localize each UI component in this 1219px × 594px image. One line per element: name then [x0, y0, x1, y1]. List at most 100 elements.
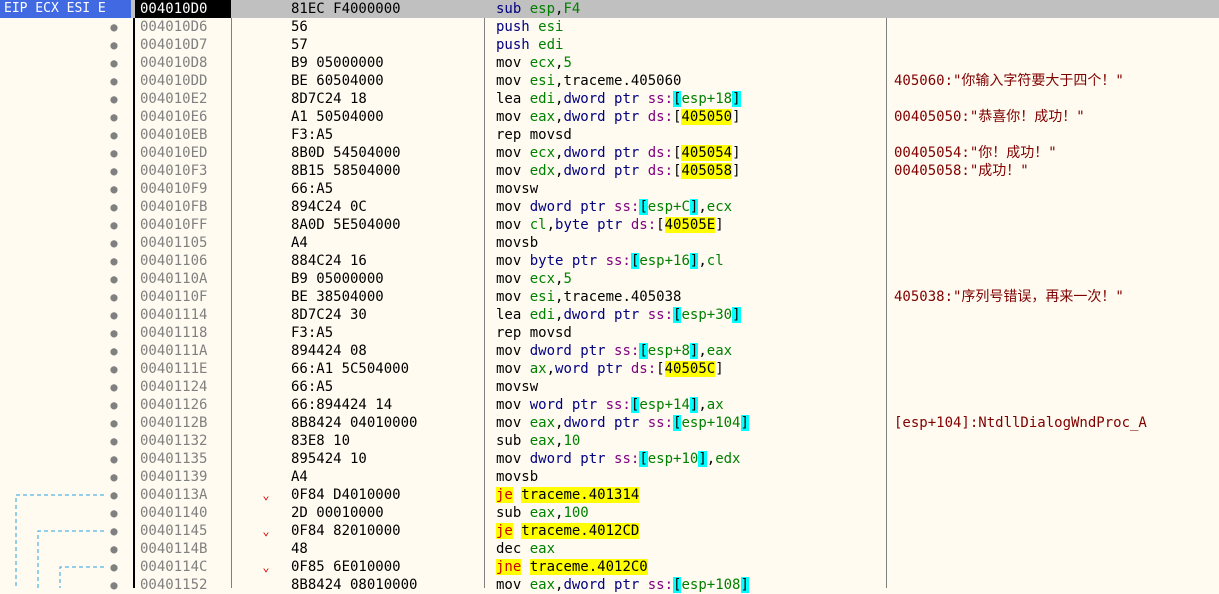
instruction-row[interactable]: ● 00401124 66:A5 movsw [0, 378, 1219, 396]
instruction-row[interactable]: ● 00401118 F3:A5 rep movsd [0, 324, 1219, 342]
instruction-row[interactable]: ● 004010F3 8B15 58504000 mov edx,dword ptr … [0, 162, 1219, 180]
instruction-address: 004010D0 [135, 0, 231, 18]
instruction-row[interactable]: ● 004010E6 A1 50504000 mov eax,dword ptr ds… [0, 108, 1219, 126]
instruction-token: ds: [647, 145, 674, 161]
instruction-row[interactable]: ● 0040111A 894424 08 mov dword ptr ss:[esp+… [0, 342, 1219, 360]
instruction-token: 405050 [681, 109, 733, 125]
instruction-token: ds: [647, 109, 674, 125]
breakpoint-dot-icon[interactable]: ● [108, 216, 120, 234]
breakpoint-dot-icon[interactable]: ● [108, 540, 120, 558]
instruction-row[interactable]: ● ⌄ 0040114C 0F85 6E010000 jne traceme.4012C… [0, 558, 1219, 576]
instruction-token: esp+16 [639, 253, 690, 269]
breakpoint-dot-icon[interactable]: ● [108, 54, 120, 72]
instruction-row[interactable]: ● 004010D6 56 push esi [0, 18, 1219, 36]
breakpoint-dot-icon[interactable]: ● [108, 324, 120, 342]
instruction-row[interactable]: ● ⌄ 00401145 0F84 82010000 je traceme.4012CD [0, 522, 1219, 540]
instruction-row[interactable]: ● 00401135 895424 10 mov dword ptr ss:[esp+… [0, 450, 1219, 468]
instruction-row[interactable]: ● 00401106 884C24 16 mov byte ptr ss:[esp+1… [0, 252, 1219, 270]
breakpoint-dot-icon[interactable]: ● [108, 18, 120, 36]
instruction-row[interactable]: ● 004010DD BE 60504000 mov esi,traceme.4050… [0, 72, 1219, 90]
instruction-row[interactable]: ● 0040114B 48 dec eax [0, 540, 1219, 558]
breakpoint-dot-icon[interactable]: ● [108, 108, 120, 126]
instruction-token: [ [639, 343, 648, 359]
breakpoint-dot-icon[interactable]: ● [108, 360, 120, 378]
instruction-row[interactable]: ● 0040111E 66:A1 5C504000 mov ax,word ptr d… [0, 360, 1219, 378]
breakpoint-dot-icon[interactable]: ● [108, 306, 120, 324]
instruction-token: ss: [647, 91, 674, 107]
instruction-address: 004010DD [140, 73, 208, 89]
instruction-token: [ [639, 451, 648, 467]
breakpoint-dot-icon[interactable]: ● [108, 198, 120, 216]
instruction-row[interactable]: ● 00401140 2D 00010000 sub eax,100 [0, 504, 1219, 522]
instruction-text: push esi [496, 18, 563, 36]
breakpoint-dot-icon[interactable]: ● [108, 234, 120, 252]
instruction-row[interactable]: ● 004010FF 8A0D 5E504000 mov cl,byte ptr ds… [0, 216, 1219, 234]
breakpoint-dot-icon[interactable]: ● [108, 504, 120, 522]
instruction-row[interactable]: ● 00401152 8B8424 08010000 mov eax,dword pt… [0, 576, 1219, 594]
instruction-row[interactable]: ● 004010E2 8D7C24 18 lea edi,dword ptr ss:[… [0, 90, 1219, 108]
instruction-row[interactable]: ● 0040110F BE 38504000 mov esi,traceme.4050… [0, 288, 1219, 306]
breakpoint-dot-icon[interactable]: ● [108, 126, 120, 144]
instruction-token: mov [496, 361, 530, 377]
breakpoint-dot-icon[interactable]: ● [108, 378, 120, 396]
breakpoint-dot-icon[interactable]: ● [108, 432, 120, 450]
breakpoint-dot-icon[interactable]: ● [108, 144, 120, 162]
instruction-row[interactable]: ● 0040112B 8B8424 04010000 mov eax,dword pt… [0, 414, 1219, 432]
instruction-token: eax [529, 109, 556, 125]
instruction-row[interactable]: ● 0040110A B9 05000000 mov ecx,5 [0, 270, 1219, 288]
instruction-address: 004010FB [140, 199, 208, 215]
instruction-row[interactable]: ● 004010D7 57 push edi [0, 36, 1219, 54]
instruction-token: ss: [605, 397, 631, 413]
instruction-token: edx [529, 163, 556, 179]
breakpoint-dot-icon[interactable]: ● [108, 486, 120, 504]
instruction-row[interactable]: ● 004010FB 894C24 0C mov dword ptr ss:[esp+… [0, 198, 1219, 216]
breakpoint-dot-icon[interactable]: ● [108, 162, 120, 180]
breakpoint-dot-icon[interactable]: ● [108, 90, 120, 108]
instruction-bytes: A1 50504000 [291, 109, 384, 125]
breakpoint-dot-icon[interactable]: ● [108, 36, 120, 54]
breakpoint-dot-icon[interactable]: ● [108, 522, 120, 540]
breakpoint-dot-icon[interactable]: ● [108, 396, 120, 414]
breakpoint-dot-icon[interactable]: ● [108, 288, 120, 306]
instruction-comment: 00405050:"恭喜你！成功！" [894, 109, 1085, 125]
instruction-row[interactable]: ● 004010EB F3:A5 rep movsd [0, 126, 1219, 144]
instruction-token: ss: [605, 253, 631, 269]
instruction-token: dword ptr [563, 577, 648, 593]
instruction-text: mov ecx,5 [496, 54, 572, 72]
instruction-token: esp+C [647, 199, 690, 215]
breakpoint-dot-icon[interactable]: ● [108, 450, 120, 468]
instruction-token: 10 [563, 433, 581, 449]
instruction-token: 100 [563, 505, 589, 521]
breakpoint-dot-icon[interactable]: ● [108, 72, 120, 90]
instruction-row[interactable]: ● ⌄ 0040113A 0F84 D4010000 je traceme.401314 [0, 486, 1219, 504]
instruction-row[interactable]: ● 00401114 8D7C24 30 lea edi,dword ptr ss:[… [0, 306, 1219, 324]
instruction-row[interactable]: ● 004010ED 8B0D 54504000 mov ecx,dword ptr … [0, 144, 1219, 162]
instruction-token: dword ptr [563, 415, 648, 431]
instruction-token: lea [496, 91, 530, 107]
instruction-address: 00401124 [140, 379, 208, 395]
instruction-token: ss: [647, 307, 674, 323]
instruction-token: push [496, 37, 539, 53]
breakpoint-dot-icon[interactable]: ● [108, 558, 120, 576]
instruction-address: 004010EB [140, 127, 208, 143]
breakpoint-dot-icon[interactable]: ● [108, 180, 120, 198]
instruction-row[interactable]: ● 004010F9 66:A5 movsw [0, 180, 1219, 198]
breakpoint-dot-icon[interactable]: ● [108, 342, 120, 360]
disassembly-view[interactable]: 004010D0 81EC F4000000 sub esp,F4 ● 004010D6… [0, 0, 1219, 593]
breakpoint-dot-icon[interactable]: ● [108, 252, 120, 270]
breakpoint-dot-icon[interactable]: ● [108, 468, 120, 486]
instruction-row[interactable]: ● 00401132 83E8 10 sub eax,10 [0, 432, 1219, 450]
instruction-row[interactable]: ● 004010D8 B9 05000000 mov ecx,5 [0, 54, 1219, 72]
breakpoint-dot-icon[interactable]: ● [108, 576, 120, 594]
selected-instruction-row[interactable]: 004010D0 81EC F4000000 sub esp,F4 [0, 0, 1219, 18]
instruction-row[interactable]: ● 00401105 A4 movsb [0, 234, 1219, 252]
instruction-token: byte ptr [555, 217, 631, 233]
breakpoint-dot-icon[interactable]: ● [108, 270, 120, 288]
instruction-token: ax [706, 397, 724, 413]
instruction-row[interactable]: ● 00401126 66:894424 14 mov word ptr ss:[es… [0, 396, 1219, 414]
instruction-token: movsb [496, 469, 539, 485]
instruction-text: jne traceme.4012C0 [496, 558, 648, 576]
instruction-token: sub [496, 505, 530, 521]
instruction-row[interactable]: ● 00401139 A4 movsb [0, 468, 1219, 486]
breakpoint-dot-icon[interactable]: ● [108, 414, 120, 432]
